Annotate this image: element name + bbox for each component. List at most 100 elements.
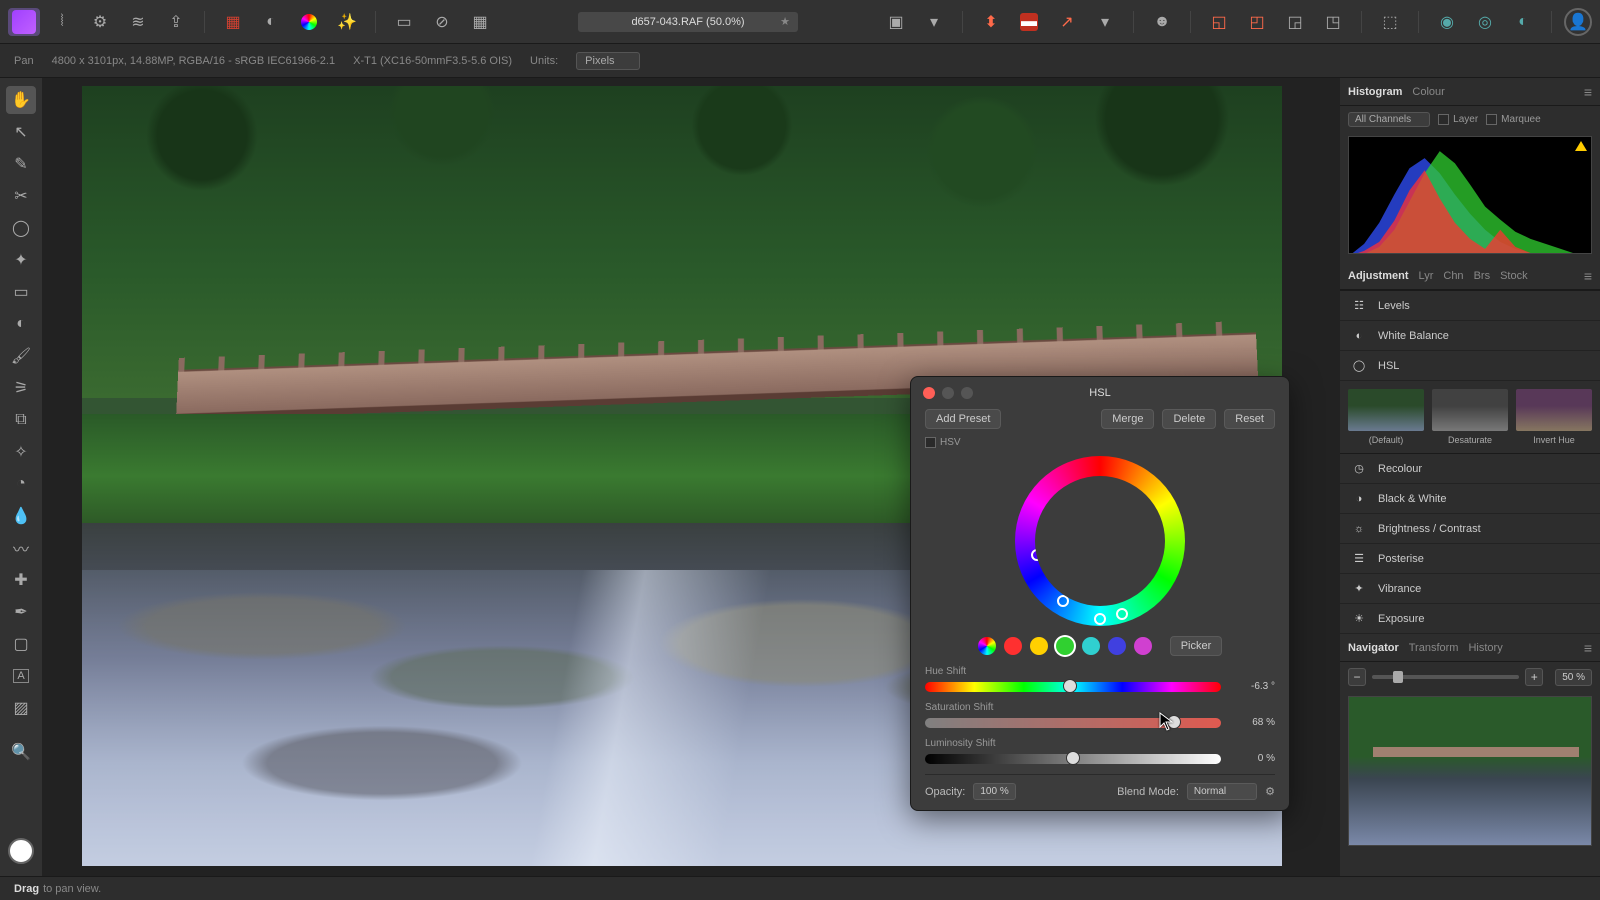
color-wheel-icon[interactable] <box>293 8 325 36</box>
crop-tool-icon[interactable]: ✂ <box>6 182 36 210</box>
foreground-color-swatch[interactable] <box>8 838 34 864</box>
tab-chn[interactable]: Chn <box>1443 270 1463 282</box>
persona-liquify-icon[interactable]: ⦚ <box>46 8 78 36</box>
persona-tone-icon[interactable]: ≋ <box>122 8 154 36</box>
snapping-icon[interactable]: ↗ <box>1051 8 1083 36</box>
maximize-icon[interactable] <box>961 387 973 399</box>
opacity-value[interactable]: 100 % <box>973 783 1015 800</box>
selection-remove-icon[interactable]: ⊘ <box>426 8 458 36</box>
adjustment-recolour[interactable]: ◷Recolour <box>1340 454 1600 484</box>
bool-intersect-icon[interactable]: ◐ <box>1507 8 1539 36</box>
panel-menu-icon[interactable]: ≡ <box>1584 84 1592 100</box>
hue-shift-value[interactable]: -6.3 ° <box>1231 681 1275 692</box>
histogram-layer-checkbox[interactable]: Layer <box>1438 114 1478 125</box>
merge-button[interactable]: Merge <box>1101 409 1154 429</box>
selection-brush-tool-icon[interactable]: ◯ <box>6 214 36 242</box>
align-left-icon[interactable]: ⬍ <box>975 8 1007 36</box>
persona-export-icon[interactable]: ⇪ <box>160 8 192 36</box>
bool-subtract-icon[interactable]: ◎ <box>1469 8 1501 36</box>
paint-brush-tool-icon[interactable]: 🖌 <box>6 342 36 370</box>
histogram-channel-select[interactable]: All Channels <box>1348 112 1430 127</box>
hue-wheel[interactable] <box>1015 456 1185 626</box>
zoom-tool-icon[interactable]: 🔍 <box>6 738 36 766</box>
move-tool-icon[interactable]: ↖ <box>6 118 36 146</box>
units-select[interactable]: Pixels <box>576 52 639 70</box>
swatch-red[interactable] <box>1004 637 1022 655</box>
align-center-icon[interactable]: ▬ <box>1013 8 1045 36</box>
insert-target-icon[interactable]: ⬚ <box>1374 8 1406 36</box>
assistant-icon[interactable]: ☻ <box>1146 8 1178 36</box>
arrange-backward-icon[interactable]: ◰ <box>1241 8 1273 36</box>
adjustment-levels[interactable]: ☷Levels <box>1340 291 1600 321</box>
picker-button[interactable]: Picker <box>1170 636 1223 656</box>
dodge-tool-icon[interactable]: ◔ <box>6 470 36 498</box>
zoom-slider[interactable] <box>1372 675 1519 679</box>
histogram-marquee-checkbox[interactable]: Marquee <box>1486 114 1540 125</box>
healing-tool-icon[interactable]: ✚ <box>6 566 36 594</box>
swatch-yellow[interactable] <box>1030 637 1048 655</box>
pen-tool-icon[interactable]: ✒ <box>6 598 36 626</box>
clone-tool-icon[interactable]: ⧉ <box>6 406 36 434</box>
arrange-front-icon[interactable]: ◳ <box>1317 8 1349 36</box>
marquee-tool-icon[interactable]: ▭ <box>6 278 36 306</box>
shape-tool-icon[interactable]: ▢ <box>6 630 36 658</box>
account-avatar-icon[interactable]: 👤 <box>1564 8 1592 36</box>
adjustment-black-white[interactable]: ◑Black & White <box>1340 484 1600 514</box>
adjustment-posterise[interactable]: ☰Posterise <box>1340 544 1600 574</box>
arrange-back-icon[interactable]: ◱ <box>1203 8 1235 36</box>
gradient-tool-icon[interactable]: ▨ <box>6 694 36 722</box>
zoom-out-button[interactable]: − <box>1348 668 1366 686</box>
document-tab[interactable]: d657-043.RAF (50.0%) ★ <box>578 12 798 32</box>
erase-tool-icon[interactable]: ⚞ <box>6 374 36 402</box>
minimize-icon[interactable] <box>942 387 954 399</box>
text-tool-icon[interactable]: A <box>6 662 36 690</box>
selection-marquee-icon[interactable]: ▭ <box>388 8 420 36</box>
swatch-blue[interactable] <box>1108 637 1126 655</box>
hue-shift-slider[interactable] <box>925 682 1221 692</box>
hsv-checkbox[interactable]: HSV <box>925 437 961 448</box>
tab-lyr[interactable]: Lyr <box>1419 270 1434 282</box>
quickmask-icon[interactable]: ▣ <box>880 8 912 36</box>
persona-develop-icon[interactable]: ⚙ <box>84 8 116 36</box>
swatch-master[interactable] <box>978 637 996 655</box>
blend-mode-select[interactable]: Normal <box>1187 783 1257 800</box>
preset-desaturate[interactable]: Desaturate <box>1432 389 1508 445</box>
adjustment-exposure[interactable]: ☀Exposure <box>1340 604 1600 634</box>
swatch-cyan[interactable] <box>1082 637 1100 655</box>
snapping-caret-icon[interactable]: ▾ <box>1089 8 1121 36</box>
selection-add-icon[interactable]: ▦ <box>464 8 496 36</box>
delete-button[interactable]: Delete <box>1162 409 1216 429</box>
saturation-shift-slider[interactable] <box>925 718 1221 728</box>
adjustment-white-balance[interactable]: ◐White Balance <box>1340 321 1600 351</box>
navigator-preview[interactable] <box>1348 696 1592 846</box>
swatch-green[interactable] <box>1056 637 1074 655</box>
tab-colour[interactable]: Colour <box>1412 86 1444 98</box>
tab-navigator[interactable]: Navigator <box>1348 642 1399 654</box>
color-picker-tool-icon[interactable]: ✎ <box>6 150 36 178</box>
add-preset-button[interactable]: Add Preset <box>925 409 1001 429</box>
swatch-magenta[interactable] <box>1134 637 1152 655</box>
hand-tool-icon[interactable]: ✋ <box>6 86 36 114</box>
inpaint-tool-icon[interactable]: ✧ <box>6 438 36 466</box>
contrast-icon[interactable]: ◐ <box>255 8 287 36</box>
arrange-forward-icon[interactable]: ◲ <box>1279 8 1311 36</box>
flood-select-tool-icon[interactable]: ◐ <box>6 310 36 338</box>
blur-tool-icon[interactable]: 💧 <box>6 502 36 530</box>
magic-wand-tool-icon[interactable]: ✦ <box>6 246 36 274</box>
tab-stock[interactable]: Stock <box>1500 270 1528 282</box>
adjustment-hsl[interactable]: ◯HSL <box>1340 351 1600 381</box>
reset-button[interactable]: Reset <box>1224 409 1275 429</box>
gear-icon[interactable]: ⚙ <box>1265 785 1275 798</box>
tab-brs[interactable]: Brs <box>1474 270 1491 282</box>
app-logo[interactable] <box>8 8 40 36</box>
zoom-value[interactable]: 50 % <box>1555 669 1592 686</box>
tab-transform[interactable]: Transform <box>1409 642 1459 654</box>
adjustment-brightness-contrast[interactable]: ☼Brightness / Contrast <box>1340 514 1600 544</box>
preset-invert-hue[interactable]: Invert Hue <box>1516 389 1592 445</box>
panel-menu-icon[interactable]: ≡ <box>1584 268 1592 284</box>
luminosity-shift-slider[interactable] <box>925 754 1221 764</box>
adjustment-vibrance[interactable]: ✦Vibrance <box>1340 574 1600 604</box>
tab-history[interactable]: History <box>1468 642 1502 654</box>
luminosity-shift-value[interactable]: 0 % <box>1231 753 1275 764</box>
panel-menu-icon[interactable]: ≡ <box>1584 640 1592 656</box>
